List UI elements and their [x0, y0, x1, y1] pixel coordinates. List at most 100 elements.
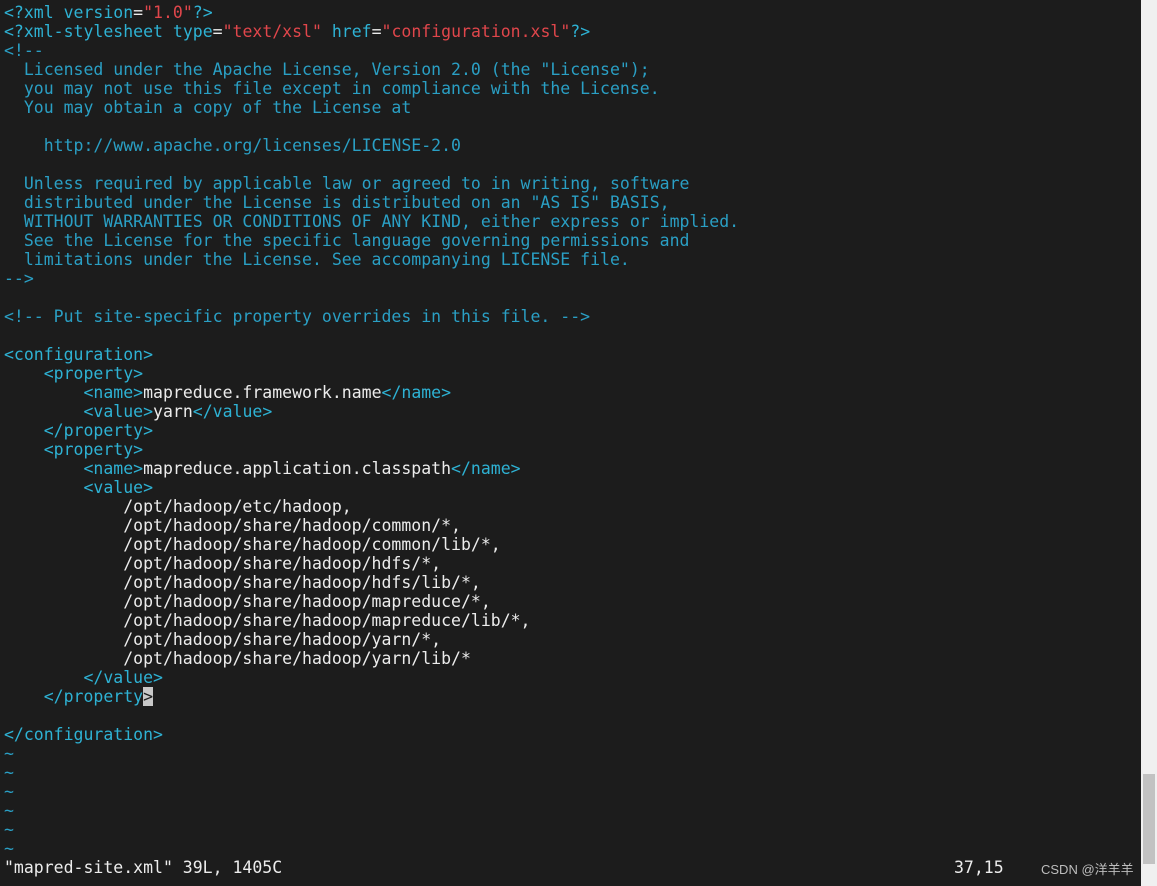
code-line[interactable]: ~ — [0, 782, 1141, 801]
code-line[interactable]: <property> — [0, 440, 1141, 459]
code-token: distributed under the License is distrib… — [4, 193, 670, 212]
code-token: See the License for the specific languag… — [4, 231, 690, 250]
code-token: /opt/hadoop/share/hadoop/hdfs/*, — [4, 554, 442, 573]
code-token: <? — [4, 22, 24, 41]
code-token: <!-- — [4, 41, 44, 60]
code-line[interactable]: <value> — [0, 478, 1141, 497]
code-token: type — [172, 22, 213, 41]
status-cursor-position: 37,15 — [954, 858, 1004, 877]
code-line[interactable] — [0, 326, 1141, 345]
code-line[interactable]: /opt/hadoop/share/hadoop/yarn/lib/* — [0, 649, 1141, 668]
empty-line-marker: ~ — [4, 801, 14, 820]
code-line[interactable]: /opt/hadoop/share/hadoop/hdfs/lib/*, — [0, 573, 1141, 592]
empty-line-marker: ~ — [4, 782, 14, 801]
code-token: limitations under the License. See accom… — [4, 250, 630, 269]
code-token: WITHOUT WARRANTIES OR CONDITIONS OF ANY … — [4, 212, 740, 231]
empty-line-marker: ~ — [4, 839, 14, 858]
code-token: <property> — [43, 364, 144, 383]
code-line[interactable]: ~ — [0, 744, 1141, 763]
code-token: Licensed under the Apache License, Versi… — [4, 60, 650, 79]
code-line[interactable]: Unless required by applicable law or agr… — [0, 174, 1141, 193]
code-token: version — [63, 3, 134, 22]
code-token: yarn — [153, 402, 193, 421]
code-line[interactable]: /opt/hadoop/share/hadoop/mapreduce/*, — [0, 592, 1141, 611]
code-line[interactable]: </property> — [0, 687, 1141, 706]
code-token: <? — [4, 3, 24, 22]
code-line[interactable]: <?xml-stylesheet type="text/xsl" href="c… — [0, 22, 1141, 41]
code-line[interactable]: /opt/hadoop/share/hadoop/common/lib/*, — [0, 535, 1141, 554]
empty-line-marker: ~ — [4, 744, 14, 763]
code-line[interactable]: --> — [0, 269, 1141, 288]
code-line[interactable]: ~ — [0, 801, 1141, 820]
code-line[interactable] — [0, 155, 1141, 174]
code-line[interactable]: you may not use this file except in comp… — [0, 79, 1141, 98]
code-token: --> — [4, 269, 34, 288]
code-line[interactable]: <name>mapreduce.application.classpath</n… — [0, 459, 1141, 478]
code-token: <!-- Put site-specific property override… — [4, 307, 591, 326]
code-line[interactable]: ~ — [0, 839, 1141, 858]
code-line[interactable]: /opt/hadoop/share/hadoop/hdfs/*, — [0, 554, 1141, 573]
code-line[interactable] — [0, 288, 1141, 307]
code-line[interactable]: You may obtain a copy of the License at — [0, 98, 1141, 117]
code-line[interactable] — [0, 706, 1141, 725]
code-token: "configuration.xsl" — [381, 22, 571, 41]
code-token: /opt/hadoop/share/hadoop/common/*, — [4, 516, 461, 535]
code-token: /opt/hadoop/share/hadoop/common/lib/*, — [4, 535, 501, 554]
code-token: /opt/hadoop/etc/hadoop, — [4, 497, 352, 516]
vertical-scrollbar[interactable] — [1141, 0, 1157, 886]
code-token: "text/xsl" — [222, 22, 322, 41]
csdn-watermark: CSDN @洋羊羊 — [1041, 862, 1134, 877]
code-line[interactable]: ~ — [0, 763, 1141, 782]
code-line[interactable]: WITHOUT WARRANTIES OR CONDITIONS OF ANY … — [0, 212, 1141, 231]
code-token: xml-stylesheet — [23, 22, 173, 41]
code-token: mapreduce.application.classpath — [143, 459, 452, 478]
code-line[interactable]: ~ — [0, 820, 1141, 839]
code-line[interactable]: /opt/hadoop/etc/hadoop, — [0, 497, 1141, 516]
code-line[interactable]: </configuration> — [0, 725, 1141, 744]
code-token: = — [371, 22, 382, 41]
code-token: </property — [43, 687, 144, 706]
code-line[interactable]: <property> — [0, 364, 1141, 383]
code-line[interactable]: /opt/hadoop/share/hadoop/mapreduce/lib/*… — [0, 611, 1141, 630]
code-token: <value> — [83, 478, 154, 497]
code-token: </value> — [192, 402, 273, 421]
code-line[interactable]: /opt/hadoop/share/hadoop/yarn/*, — [0, 630, 1141, 649]
code-token: ?> — [570, 22, 591, 41]
code-token: ?> — [192, 3, 213, 22]
code-token: </name> — [381, 383, 452, 402]
code-line[interactable]: <name>mapreduce.framework.name</name> — [0, 383, 1141, 402]
code-line[interactable]: <?xml version="1.0"?> — [0, 3, 1141, 22]
code-line[interactable]: distributed under the License is distrib… — [0, 193, 1141, 212]
code-token: href — [331, 22, 372, 41]
code-line[interactable]: </property> — [0, 421, 1141, 440]
code-line[interactable]: Licensed under the Apache License, Versi… — [0, 60, 1141, 79]
scrollbar-thumb[interactable] — [1143, 774, 1155, 864]
vim-editor[interactable]: <?xml version="1.0"?> <?xml-stylesheet ty… — [0, 0, 1141, 860]
code-token: <name> — [83, 459, 144, 478]
code-line[interactable] — [0, 117, 1141, 136]
empty-line-marker: ~ — [4, 820, 14, 839]
code-line[interactable]: limitations under the License. See accom… — [0, 250, 1141, 269]
vim-status-line: "mapred-site.xml" 39L, 1405C 37,15 — [0, 858, 1141, 878]
code-line[interactable]: /opt/hadoop/share/hadoop/common/*, — [0, 516, 1141, 535]
code-line[interactable]: </value> — [0, 668, 1141, 687]
code-token: http://www.apache.org/licenses/LICENSE-2… — [4, 136, 461, 155]
code-line[interactable]: <configuration> — [0, 345, 1141, 364]
code-line[interactable]: <value>yarn</value> — [0, 402, 1141, 421]
code-token: xml — [23, 3, 64, 22]
code-line[interactable]: <!-- Put site-specific property override… — [0, 307, 1141, 326]
code-line[interactable]: See the License for the specific languag… — [0, 231, 1141, 250]
code-token: mapreduce.framework.name — [143, 383, 382, 402]
status-file-info: "mapred-site.xml" 39L, 1405C — [4, 858, 283, 877]
code-token: /opt/hadoop/share/hadoop/yarn/lib/* — [4, 649, 471, 668]
code-token: = — [212, 22, 223, 41]
code-line[interactable]: http://www.apache.org/licenses/LICENSE-2… — [0, 136, 1141, 155]
code-line[interactable]: <!-- — [0, 41, 1141, 60]
code-token: </property> — [43, 421, 154, 440]
empty-line-marker: ~ — [4, 763, 14, 782]
